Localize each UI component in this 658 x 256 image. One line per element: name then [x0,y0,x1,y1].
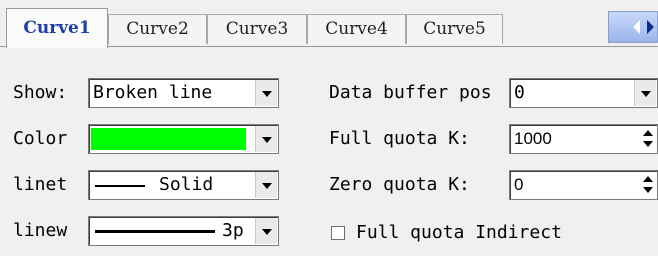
full-quota-indirect-label[interactable]: Full quota Indirect [356,221,562,245]
full-quota-k-spinbox[interactable]: 1000 [509,124,658,154]
zero-quota-k-spinbox[interactable]: 0 [509,170,658,200]
spin-up-icon[interactable] [643,176,653,182]
tab-scroll-buttons[interactable] [608,11,658,43]
linetype-value: Solid [159,174,214,195]
zero-quota-k-label: Zero quota K: [329,174,470,195]
chevron-down-icon [262,183,272,189]
show-dropdown-button[interactable] [255,80,277,106]
spin-down-icon[interactable] [643,141,653,147]
chevron-down-icon [262,229,272,235]
linewidth-label: linew [13,220,68,241]
full-quota-k-value: 1000 [514,129,552,148]
linewidth-dropdown[interactable]: 3p [88,216,279,246]
spin-up-icon[interactable] [643,130,653,136]
tab-bar: Curve1 Curve2 Curve3 Curve4 Curve5 [0,0,658,48]
tab-curve2[interactable]: Curve2 [108,14,207,44]
show-value: Broken line [93,82,213,103]
arrow-right-icon[interactable] [647,20,654,34]
tab-curve5[interactable]: Curve5 [406,14,503,44]
full-quota-k-spinner[interactable] [640,126,656,152]
solid-line-sample [95,185,145,187]
chevron-down-icon [641,91,651,97]
linetype-dropdown-button[interactable] [255,172,277,198]
color-dropdown[interactable] [88,124,279,154]
chevron-down-icon [262,91,272,97]
arrow-left-icon[interactable] [633,20,640,34]
show-label: Show: [13,82,68,103]
tab-curve3[interactable]: Curve3 [207,14,307,44]
chevron-down-icon [262,137,272,143]
linetype-dropdown[interactable]: Solid [88,170,279,200]
data-buffer-pos-dropdown[interactable]: 0 [509,78,658,108]
linewidth-value: 3p [222,220,244,241]
data-buffer-pos-value: 0 [514,82,525,103]
data-buffer-pos-label: Data buffer pos [329,82,492,103]
full-quota-k-label: Full quota K: [329,128,470,149]
full-quota-indirect-checkbox[interactable] [331,226,345,240]
spin-down-icon[interactable] [643,187,653,193]
linewidth-dropdown-button[interactable] [255,218,277,244]
zero-quota-k-spinner[interactable] [640,172,656,198]
data-buffer-pos-dropdown-button[interactable] [634,80,656,106]
show-dropdown[interactable]: Broken line [88,78,279,108]
tab-curve4[interactable]: Curve4 [307,14,406,44]
color-swatch [91,128,246,150]
thick-line-sample [95,230,215,233]
color-label: Color [13,128,68,149]
curve-settings-panel: Show: Broken line Color linet Solid line… [0,46,658,256]
linetype-label: linet [13,174,68,195]
zero-quota-k-value: 0 [514,175,524,194]
color-dropdown-button[interactable] [255,126,277,152]
tab-curve1[interactable]: Curve1 [6,8,108,48]
